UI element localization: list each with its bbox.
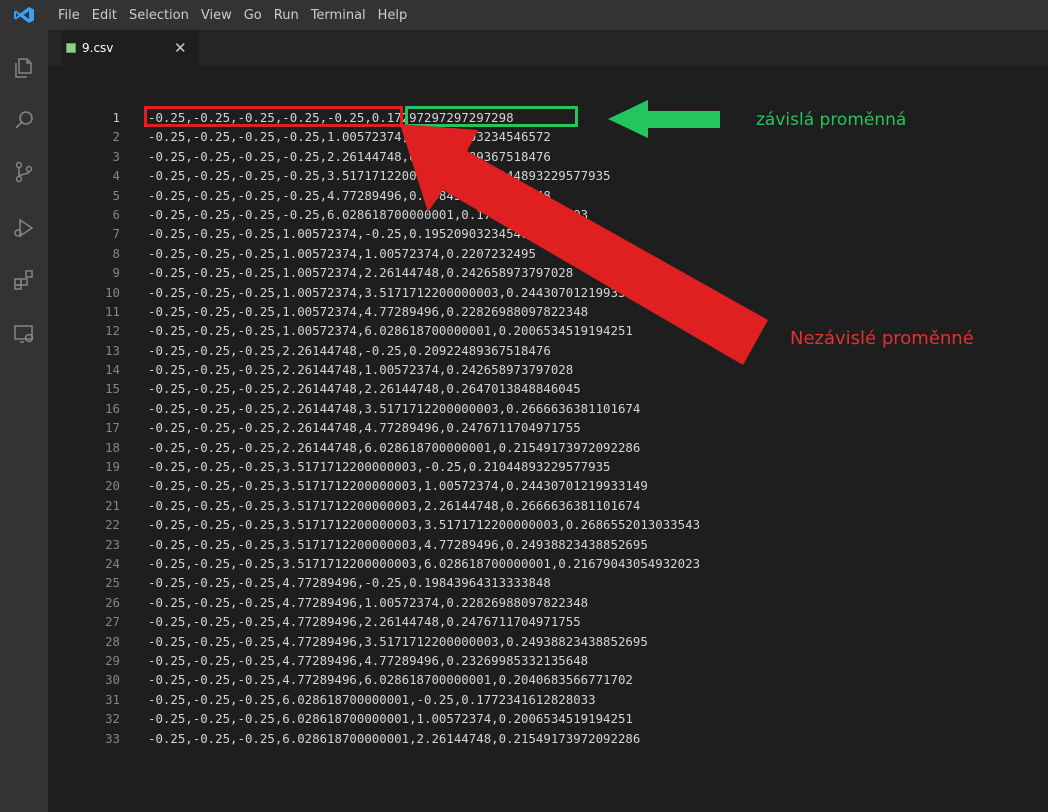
- red-arrow-icon: [400, 124, 768, 365]
- green-arrow-icon: [608, 100, 720, 138]
- independent-variables-label: Nezávislé proměnné: [790, 328, 974, 349]
- dependent-variable-label: závislá proměnná: [756, 110, 907, 130]
